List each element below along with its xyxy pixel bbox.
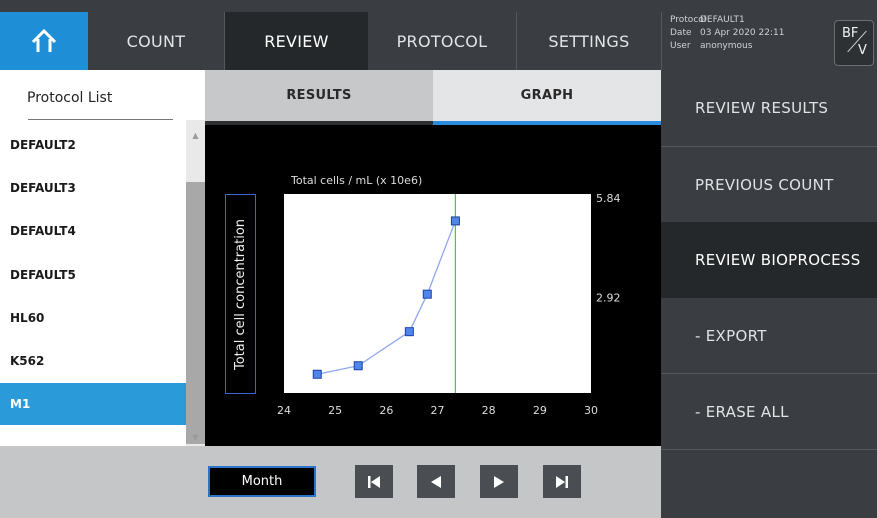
menu-previous-count[interactable]: PREVIOUS COUNT [661, 147, 877, 223]
protocol-label: Protocol [670, 15, 707, 25]
x-tick-label: 27 [431, 404, 445, 417]
mode-bf-label: BF [842, 26, 859, 41]
previous-icon [431, 475, 441, 488]
session-info: Protocol DEFAULT1 Date 03 Apr 2020 22:11 U… [670, 14, 784, 53]
data-point [312, 369, 322, 379]
x-tick-label: 29 [533, 404, 547, 417]
skip-to-last-icon [556, 475, 568, 488]
previous-button[interactable] [417, 465, 455, 498]
user-label: User [670, 41, 691, 51]
menu-export[interactable]: - EXPORT [661, 298, 877, 374]
x-tick-label: 26 [379, 404, 393, 417]
date-value: 03 Apr 2020 22:11 [700, 28, 785, 38]
x-tick-label: 25 [328, 404, 342, 417]
chart-canvas: 24 25 26 27 28 29 30 5.84 2.92 [277, 192, 621, 417]
x-tick-label: 24 [277, 404, 291, 417]
mode-toggle-button[interactable]: BF V [834, 20, 874, 66]
last-button[interactable] [543, 465, 581, 498]
menu-review-bioprocess[interactable]: REVIEW BIOPROCESS [661, 222, 877, 298]
protocol-value: DEFAULT1 [700, 15, 745, 25]
menu-divider [661, 449, 877, 450]
date-label: Date [670, 28, 692, 38]
first-button[interactable] [355, 465, 393, 498]
skip-to-first-icon [368, 475, 380, 488]
plot-area [284, 194, 591, 393]
y-tick-label: 2.92 [596, 292, 621, 305]
next-button[interactable] [480, 465, 518, 498]
x-tick-label: 28 [482, 404, 496, 417]
period-button[interactable]: Month [208, 466, 316, 497]
y-tick-label: 5.84 [596, 192, 621, 205]
graph-controls-bar: Month [0, 446, 661, 518]
tab-divider [661, 12, 662, 70]
x-tick-label: 30 [584, 404, 598, 417]
menu-erase-all[interactable]: - ERASE ALL [661, 374, 877, 450]
data-point [353, 361, 363, 371]
menu-review-results[interactable]: REVIEW RESULTS [661, 70, 877, 146]
data-point [404, 327, 414, 337]
review-side-menu: REVIEW RESULTS PREVIOUS COUNT REVIEW BIO… [661, 70, 877, 518]
data-point [450, 216, 460, 226]
user-value: anonymous [700, 41, 753, 51]
data-point [422, 289, 432, 299]
mode-v-label: V [858, 43, 867, 58]
next-icon [494, 475, 504, 488]
